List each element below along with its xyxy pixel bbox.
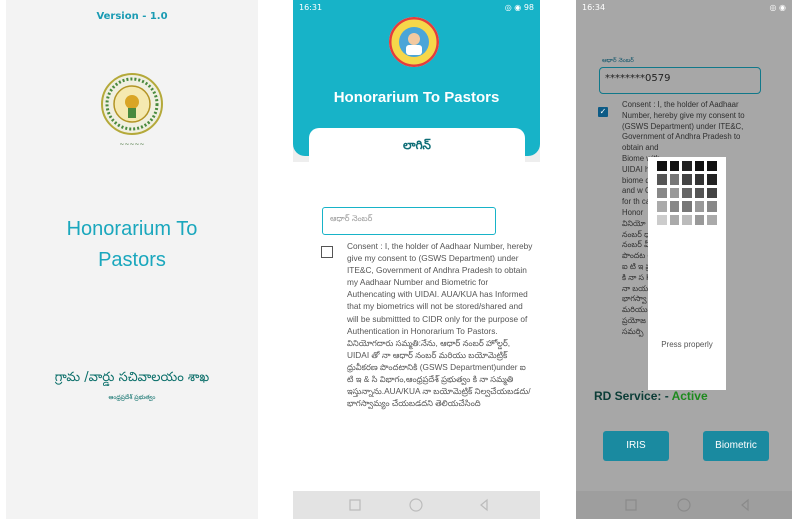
rd-service-status: RD Service: - Active xyxy=(594,389,708,403)
aadhaar-input[interactable]: ఆధార్ నెంబర్ xyxy=(322,207,496,235)
consent-checkbox-checked[interactable]: ✓ xyxy=(598,107,608,117)
iris-button[interactable]: IRIS xyxy=(603,431,669,461)
aadhaar-input[interactable]: ********0579 xyxy=(599,67,761,94)
back-icon xyxy=(741,498,749,512)
svg-text:~~~~~: ~~~~~ xyxy=(119,141,144,148)
aadhaar-field-label: ఆధార్ నెంబర్ xyxy=(602,57,634,64)
state-government: ఆంధ్రప్రదేశ్ ప్రభుత్వం xyxy=(108,394,156,401)
status-icons: ◎ ◉ 98 xyxy=(504,3,534,12)
status-icons: ◎ ◉ xyxy=(769,3,786,12)
status-time: 16:31 xyxy=(299,3,323,12)
nav-bar xyxy=(576,491,792,519)
nav-bar xyxy=(293,491,540,519)
fingerprint-capture-dialog: Press properly xyxy=(648,157,726,390)
biometric-screen: 16:34 ◎ ◉ ఆధార్ నెంబర్ ********0579 ✓ Co… xyxy=(576,0,792,519)
splash-screen: Version - 1.0 ~~~~~ Honorarium To Pastor… xyxy=(6,0,258,519)
login-tab[interactable]: లాగిన్ xyxy=(309,128,525,162)
status-bar: 16:34 ◎ ◉ xyxy=(582,3,786,12)
consent-checkbox[interactable] xyxy=(321,246,333,258)
ap-emblem-logo: ~~~~~ xyxy=(99,68,165,152)
home-icon xyxy=(409,498,423,512)
status-time: 16:34 xyxy=(582,3,606,12)
header-title: Honorarium To Pastors xyxy=(333,89,500,106)
status-bar: 16:31 ◎ ◉ 98 xyxy=(299,3,534,12)
recent-apps-icon xyxy=(625,499,637,511)
department-name: గ్రామ /వార్డు సచివాలయం శాఖ xyxy=(54,370,210,385)
back-icon xyxy=(480,498,488,512)
rd-status-active: Active xyxy=(671,389,708,403)
login-screen: 16:31 ◎ ◉ 98 Honorarium To Pastors లాగిన… xyxy=(293,0,540,519)
fingerprint-image xyxy=(657,161,717,225)
biometric-button[interactable]: Biometric xyxy=(703,431,769,461)
recent-apps-icon xyxy=(349,499,361,511)
home-icon xyxy=(677,498,691,512)
cm-logo xyxy=(389,17,439,67)
app-title: Honorarium To Pastors xyxy=(66,218,198,271)
press-properly-label: Press properly xyxy=(661,340,713,349)
consent-text: Consent : I, the holder of Aadhaar Numbe… xyxy=(347,241,533,409)
version-label: Version - 1.0 xyxy=(96,11,168,22)
